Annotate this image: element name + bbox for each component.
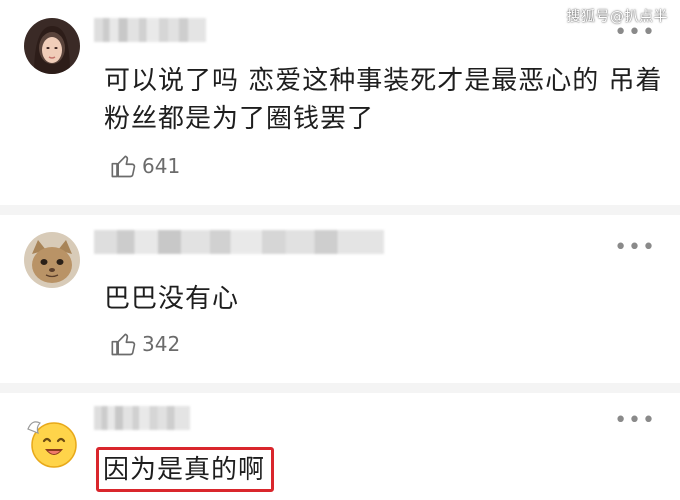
more-dots-icon[interactable]: •••: [614, 237, 656, 259]
comment-text: 巴巴没有心: [104, 284, 240, 314]
comment-text: 可以说了吗 恋爱这种事装死才是最恶心的 吊着粉丝都是为了圈钱罢了: [104, 66, 663, 134]
thumbs-up-icon: [111, 155, 136, 178]
like-count: 342: [142, 332, 181, 356]
avatar[interactable]: [24, 18, 80, 74]
more-dots-icon[interactable]: •••: [614, 410, 656, 432]
like-button[interactable]: 342: [110, 330, 180, 358]
comment-item: ••• 可以说了吗 恋爱这种事装死才是最恶心的 吊着粉丝都是为了圈钱罢了 641: [0, 0, 680, 205]
like-count: 641: [142, 154, 181, 178]
comment-item: ••• 因为是真的啊: [0, 395, 680, 500]
emoji-avatar-icon[interactable]: [22, 411, 82, 471]
username-blurred[interactable]: [94, 406, 190, 430]
comment-text: 因为是真的啊: [96, 447, 275, 492]
more-dots-icon[interactable]: •••: [614, 22, 656, 44]
comment-item: ••• 巴巴没有心 342: [0, 215, 680, 375]
avatar[interactable]: [24, 232, 80, 288]
username-blurred[interactable]: [94, 230, 384, 254]
divider: [0, 205, 680, 215]
highlight-box: 因为是真的啊: [96, 447, 275, 492]
divider: [0, 383, 680, 393]
username-blurred[interactable]: [94, 18, 206, 42]
like-button[interactable]: 641: [110, 152, 180, 180]
thumbs-up-icon: [111, 333, 136, 356]
